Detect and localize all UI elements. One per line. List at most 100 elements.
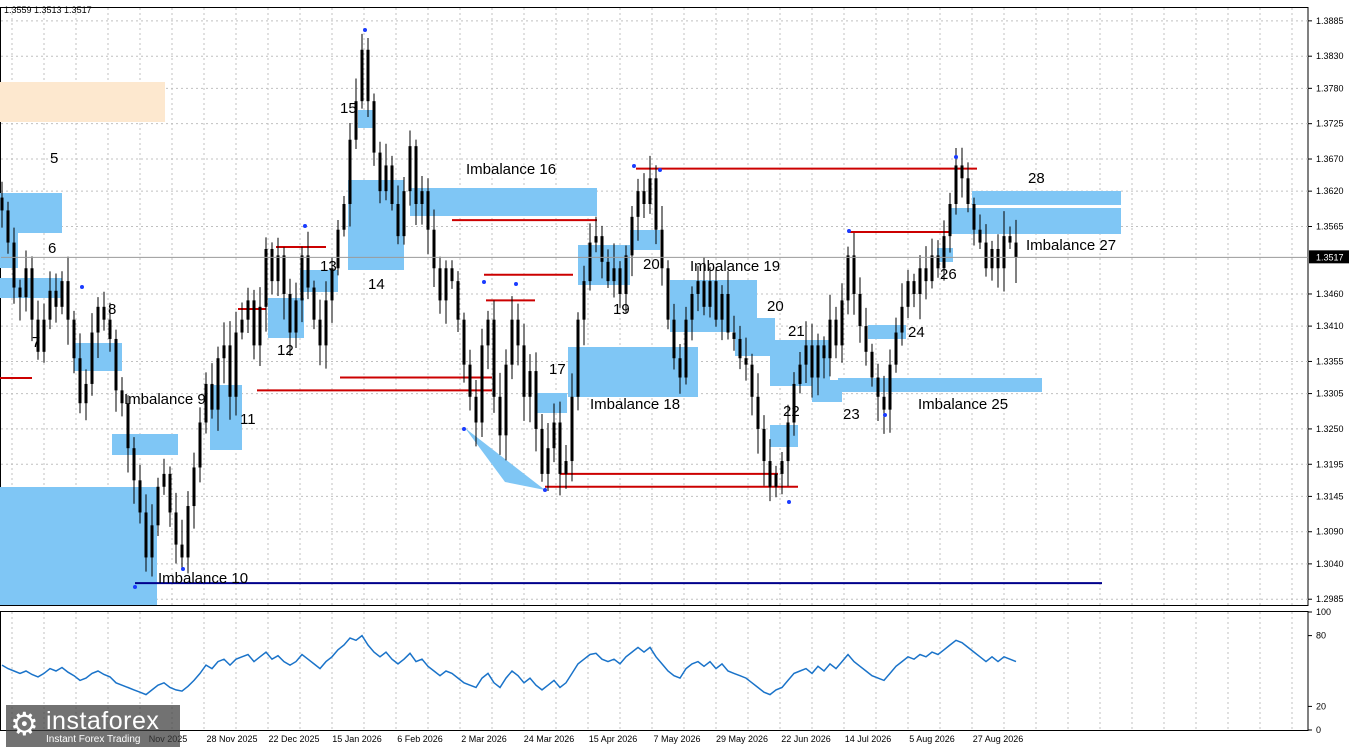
candle-body [18, 287, 22, 298]
candle-body [594, 236, 598, 243]
candle-body [336, 229, 340, 269]
candle-body [918, 268, 922, 294]
candle-body [444, 268, 448, 301]
candle-body [744, 358, 748, 365]
y-tick-label: 1.3250 [1316, 424, 1344, 434]
candle-body [996, 248, 1000, 269]
candle-body [138, 480, 142, 513]
zone-label: 19 [613, 301, 630, 318]
candle-body [186, 506, 190, 558]
candle-body [540, 428, 544, 474]
candle-body [780, 461, 784, 474]
zone-label: 24 [908, 324, 925, 341]
candle-body [846, 255, 850, 301]
candle-body [870, 351, 874, 378]
candle-body [564, 461, 568, 474]
candle-body [414, 146, 418, 205]
candle-body [180, 544, 184, 558]
candle-body [636, 191, 640, 217]
candle-body [456, 281, 460, 320]
candle-body [900, 306, 904, 333]
candle-body [522, 345, 526, 397]
candle-body [222, 345, 226, 359]
zone-label: 20 [643, 256, 660, 273]
candle-body [450, 268, 454, 282]
x-tick-label: 6 Feb 2026 [397, 734, 443, 744]
candle-body [678, 358, 682, 378]
candle-body [966, 178, 970, 205]
zone-label: 11 [240, 411, 256, 428]
osc-tick-label: 20 [1316, 701, 1326, 711]
swing-marker [363, 28, 367, 32]
swing-marker [514, 282, 518, 286]
candle-body [0, 197, 4, 211]
candle-body [420, 191, 424, 205]
price-panel-frame [0, 7, 1309, 606]
zone-label: 17 [549, 361, 566, 378]
candle-body [306, 255, 310, 288]
candle-body [888, 364, 892, 410]
candle-body [618, 268, 622, 294]
x-tick-label: 2 Mar 2026 [461, 734, 507, 744]
imbalance-zone [358, 110, 374, 128]
y-tick-label: 1.3780 [1316, 83, 1344, 93]
candle-body [402, 191, 406, 237]
candle-body [702, 281, 706, 307]
y-tick-label: 1.3885 [1316, 16, 1344, 26]
candle-body [90, 332, 94, 384]
candle-body [768, 461, 772, 487]
candle-body [432, 229, 436, 269]
candle-body [294, 300, 298, 333]
candle-body [882, 396, 886, 410]
candle-body [246, 300, 250, 320]
candle-body [24, 268, 28, 298]
candle-body [552, 422, 556, 449]
candle-body [516, 319, 520, 346]
y-tick-label: 1.3410 [1316, 321, 1344, 331]
y-tick-label: 1.3460 [1316, 289, 1344, 299]
candle-body [810, 345, 814, 378]
candle-body [822, 345, 826, 359]
zone-label: Imbalance 19 [690, 258, 780, 275]
x-tick-label: 7 May 2026 [653, 734, 700, 744]
swing-marker [303, 224, 307, 228]
candle-body [630, 216, 634, 256]
candle-body [270, 248, 274, 282]
candle-body [984, 242, 988, 269]
candle-body [684, 319, 688, 378]
x-tick-label: 15 Jan 2026 [332, 734, 382, 744]
candle-body [60, 281, 64, 307]
swing-marker [847, 229, 851, 233]
candle-body [648, 178, 652, 205]
zone-label: Imbalance 16 [466, 161, 556, 178]
candle-body [774, 473, 778, 487]
light-zone [0, 82, 165, 122]
candle-body [30, 268, 34, 320]
candle-body [864, 326, 868, 352]
x-tick-label: 24 Mar 2026 [524, 734, 575, 744]
candle-body [156, 486, 160, 526]
candle-body [426, 191, 430, 230]
candle-body [816, 345, 820, 378]
candle-body [930, 255, 934, 282]
instaforex-logo: ⚙ instaforex Instant Forex Trading [6, 705, 180, 747]
osc-tick-label: 100 [1316, 607, 1331, 617]
candle-body [48, 290, 52, 320]
x-tick-label: 22 Jun 2026 [781, 734, 831, 744]
candle-body [696, 281, 700, 294]
candle-body [390, 165, 394, 205]
candle-body [228, 345, 232, 397]
price-chart[interactable]: 1.3885 1.3830 1.3780 1.3725 1.3670 1.3620 1.35… [0, 0, 1350, 750]
y-tick-label: 1.3620 [1316, 186, 1344, 196]
zone-label: 13 [320, 258, 337, 275]
candle-body [762, 428, 766, 462]
swing-marker [658, 168, 662, 172]
candle-body [1008, 236, 1012, 243]
candle-body [726, 293, 730, 333]
swing-marker [954, 155, 958, 159]
candle-body [96, 306, 100, 333]
y-tick-label: 1.3195 [1316, 459, 1344, 469]
candle-body [480, 345, 484, 423]
candle-body [570, 396, 574, 462]
candle-body [504, 364, 508, 436]
